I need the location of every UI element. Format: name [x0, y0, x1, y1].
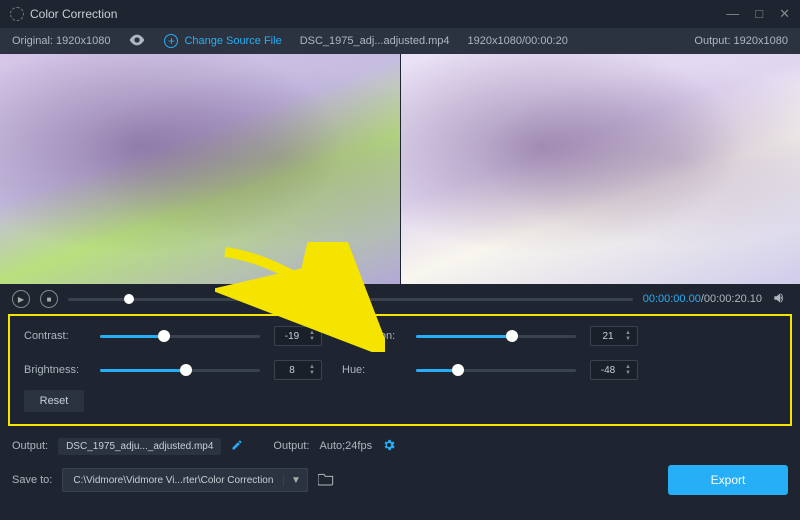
seek-head[interactable] — [124, 294, 134, 304]
original-resolution-label: Original: 1920x1080 — [12, 35, 110, 47]
output-resolution-label: Output: 1920x1080 — [694, 35, 788, 47]
reset-button[interactable]: Reset — [24, 390, 84, 412]
source-fileinfo: 1920x1080/00:00:20 — [468, 35, 568, 47]
transport-bar: ▶ ■ 00:00:00.00/00:00:20.10 — [0, 284, 800, 314]
contrast-label: Contrast: — [24, 330, 86, 342]
source-filename: DSC_1975_adj...adjusted.mp4 — [300, 35, 450, 47]
top-bar: Original: 1920x1080 + Change Source File… — [0, 28, 800, 54]
volume-icon[interactable] — [772, 291, 788, 308]
hue-value: -48 — [591, 365, 625, 376]
window-controls: — □ ✕ — [726, 6, 790, 22]
contrast-slider[interactable] — [100, 335, 260, 338]
hue-down[interactable]: ▼ — [625, 370, 637, 376]
close-button[interactable]: ✕ — [779, 6, 790, 22]
saturation-spinbox[interactable]: 21▲▼ — [590, 326, 638, 346]
minimize-button[interactable]: — — [726, 6, 739, 22]
output-format-label: Output: — [273, 440, 309, 452]
settings-icon[interactable] — [382, 438, 396, 455]
app-icon — [10, 7, 24, 21]
save-to-label: Save to: — [12, 474, 52, 486]
maximize-button[interactable]: □ — [755, 6, 763, 22]
save-path: C:\Vidmore\Vidmore Vi...rter\Color Corre… — [63, 475, 283, 486]
stop-button[interactable]: ■ — [40, 290, 58, 308]
seek-slider[interactable] — [68, 298, 633, 301]
save-path-dropdown[interactable]: ▼ — [283, 475, 307, 486]
saturation-down[interactable]: ▼ — [625, 336, 637, 342]
output-format-value: Auto;24fps — [319, 440, 372, 452]
bottom-bar: Save to: C:\Vidmore\Vidmore Vi...rter\Co… — [0, 460, 800, 500]
time-current: 00:00:00.00 — [643, 293, 701, 305]
export-button[interactable]: Export — [668, 465, 788, 495]
brightness-spinbox[interactable]: 8▲▼ — [274, 360, 322, 380]
contrast-down[interactable]: ▼ — [309, 336, 321, 342]
open-folder-icon[interactable] — [318, 472, 334, 489]
preview-original-pane — [0, 54, 400, 284]
hue-label: Hue: — [342, 364, 402, 376]
play-button[interactable]: ▶ — [12, 290, 30, 308]
contrast-value: -19 — [275, 331, 309, 342]
brightness-value: 8 — [275, 365, 309, 376]
output-row: Output: DSC_1975_adju..._adjusted.mp4 Ou… — [0, 432, 800, 460]
change-source-label: Change Source File — [184, 35, 281, 47]
save-path-box: C:\Vidmore\Vidmore Vi...rter\Color Corre… — [62, 468, 308, 492]
saturation-label: Saturation: — [342, 330, 402, 342]
adjustment-panel: Contrast: -19▲▼ Saturation: 21▲▼ Brightn… — [8, 314, 792, 426]
output-file-label: Output: — [12, 440, 48, 452]
contrast-spinbox[interactable]: -19▲▼ — [274, 326, 322, 346]
rename-icon[interactable] — [231, 439, 243, 454]
hue-slider[interactable] — [416, 369, 576, 372]
time-total: /00:00:20.10 — [701, 293, 762, 305]
change-source-button[interactable]: + Change Source File — [164, 34, 281, 48]
preview-toggle-icon[interactable] — [128, 34, 146, 49]
saturation-value: 21 — [591, 331, 625, 342]
preview-area — [0, 54, 800, 284]
plus-icon: + — [164, 34, 178, 48]
preview-adjusted-pane — [401, 54, 800, 284]
time-display: 00:00:00.00/00:00:20.10 — [643, 293, 762, 305]
brightness-label: Brightness: — [24, 364, 86, 376]
saturation-slider[interactable] — [416, 335, 576, 338]
window-title: Color Correction — [30, 7, 726, 21]
brightness-down[interactable]: ▼ — [309, 370, 321, 376]
output-filename: DSC_1975_adju..._adjusted.mp4 — [58, 438, 221, 455]
title-bar: Color Correction — □ ✕ — [0, 0, 800, 28]
brightness-slider[interactable] — [100, 369, 260, 372]
hue-spinbox[interactable]: -48▲▼ — [590, 360, 638, 380]
